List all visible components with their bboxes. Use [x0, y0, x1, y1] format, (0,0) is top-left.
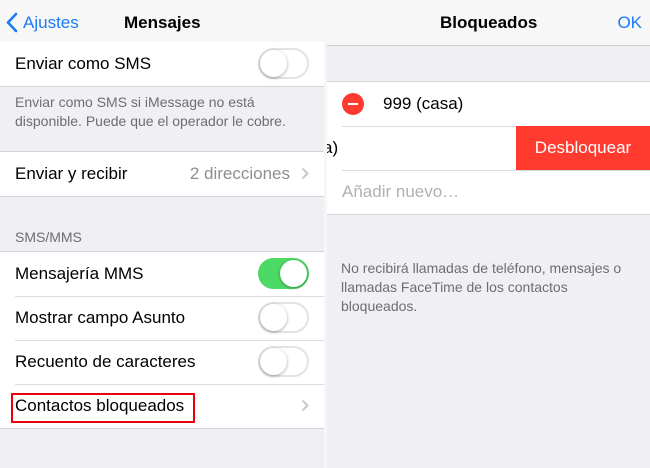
chevron-right-icon [301, 167, 309, 180]
subject-toggle[interactable] [258, 302, 309, 333]
send-sms-footnote: Enviar como SMS si iMessage no está disp… [15, 94, 286, 129]
page-title: Mensajes [124, 13, 201, 32]
blocked-navbar: Bloqueados OK [327, 0, 650, 46]
send-sms-toggle[interactable] [258, 48, 309, 79]
mms-label: Mensajería MMS [15, 264, 144, 283]
mms-toggle[interactable] [258, 258, 309, 289]
send-receive-row[interactable]: Enviar y recibir 2 direcciones [0, 152, 324, 196]
send-sms-group: Enviar como SMS [0, 42, 324, 87]
subject-label: Mostrar campo Asunto [15, 308, 186, 327]
send-receive-label: Enviar y recibir [15, 164, 128, 183]
char-count-toggle[interactable] [258, 346, 309, 377]
back-button[interactable]: Ajustes [6, 12, 79, 33]
toggle-knob [260, 348, 287, 375]
toggle-knob [260, 50, 287, 77]
sms-mms-section-header: SMS/MMS [15, 229, 82, 245]
add-new-row[interactable]: Añadir nuevo… [327, 170, 650, 214]
unblock-button[interactable]: Desbloquear [516, 126, 650, 170]
mms-row: Mensajería MMS [0, 252, 324, 296]
ok-button[interactable]: OK [617, 13, 642, 33]
messages-settings-pane: Ajustes Mensajes Enviar como SMS Enviar … [0, 0, 324, 468]
blocked-contact-row: 999 (casa) [327, 82, 650, 126]
messages-navbar: Ajustes Mensajes [0, 0, 324, 46]
delete-minus-icon[interactable] [342, 93, 364, 115]
add-new-label: Añadir nuevo… [342, 182, 460, 201]
chevron-left-icon [6, 12, 18, 33]
highlight-box [11, 393, 195, 423]
blocked-contact-row: a) Desbloquear [327, 126, 650, 170]
send-receive-detail: 2 direcciones [189, 164, 290, 183]
blocked-list: 999 (casa) a) Desbloquear Añadir nuevo… [327, 81, 650, 215]
char-count-label: Recuento de caracteres [15, 352, 196, 371]
page-title: Bloqueados [440, 13, 538, 32]
back-button-label: Ajustes [23, 12, 79, 32]
toggle-knob [260, 304, 287, 331]
send-receive-group: Enviar y recibir 2 direcciones [0, 151, 324, 197]
subject-row: Mostrar campo Asunto [0, 296, 324, 340]
blocked-contact-name: 999 (casa) [383, 94, 464, 113]
blocked-footnote: No recibirá llamadas de teléfono, mensaj… [341, 260, 622, 314]
char-count-row: Recuento de caracteres [0, 340, 324, 384]
blocked-contact-name: a) [327, 138, 339, 157]
send-sms-label: Enviar como SMS [15, 54, 152, 73]
chevron-right-icon [301, 399, 309, 412]
blocked-pane: Bloqueados OK 999 (casa) a) Desbloquear … [327, 0, 650, 468]
send-sms-row: Enviar como SMS [0, 42, 324, 86]
toggle-knob [280, 260, 307, 287]
